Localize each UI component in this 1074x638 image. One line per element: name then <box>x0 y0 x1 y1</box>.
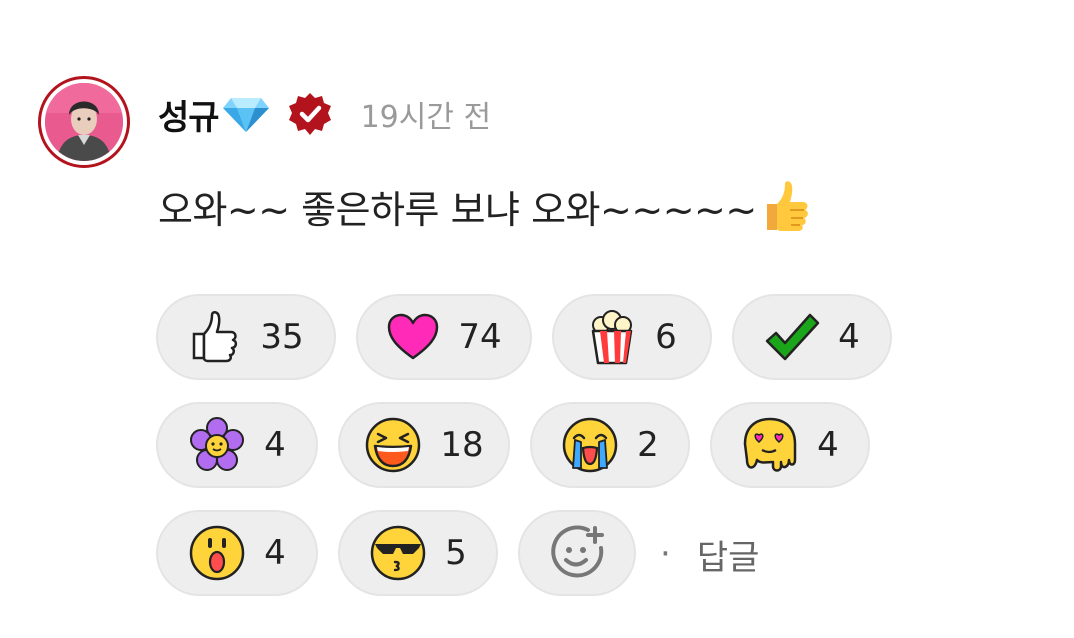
reaction-count: 4 <box>838 317 860 357</box>
reaction-crying[interactable]: 2 <box>530 402 690 488</box>
reaction-count: 4 <box>264 425 286 465</box>
reply-button[interactable]: 답글 <box>697 530 760 579</box>
reaction-count: 74 <box>458 317 502 357</box>
avatar-image <box>45 83 123 161</box>
reply-section: · 답글 <box>660 528 759 580</box>
reaction-check[interactable]: 4 <box>732 294 892 380</box>
check-icon <box>765 313 820 361</box>
comment-text: 오와~~ 좋은하루 보냐 오와~~~~~ <box>158 187 757 232</box>
add-reaction-icon <box>551 525 604 578</box>
melting-heart-eyes-icon <box>743 417 797 472</box>
sunglasses-kiss-icon <box>370 525 426 581</box>
verified-badge-icon <box>287 91 333 137</box>
reaction-heart[interactable]: 74 <box>356 294 532 380</box>
author-name[interactable]: 성규 <box>158 90 220 139</box>
reaction-count: 18 <box>440 425 484 465</box>
reaction-count: 2 <box>637 425 659 465</box>
reaction-count: 5 <box>445 533 467 573</box>
thumbs-up-emoji-icon <box>759 178 811 234</box>
comment-body: 오와~~ 좋은하루 보냐 오와~~~~~ <box>158 178 811 234</box>
heart-icon <box>388 313 439 360</box>
thumbs-up-icon <box>193 311 238 363</box>
surprised-face-icon <box>189 525 245 581</box>
reaction-surprised[interactable]: 4 <box>156 510 318 596</box>
reaction-count: 4 <box>817 425 839 465</box>
separator-dot: · <box>660 534 671 574</box>
gem-icon <box>221 94 271 134</box>
reaction-count: 35 <box>260 317 304 357</box>
reaction-count: 4 <box>264 533 286 573</box>
reaction-thumbs-up[interactable]: 35 <box>156 294 336 380</box>
reaction-flower[interactable]: 4 <box>156 402 318 488</box>
flower-icon <box>190 417 245 471</box>
reaction-popcorn[interactable]: 6 <box>552 294 712 380</box>
reaction-sunglasses-kiss[interactable]: 5 <box>338 510 498 596</box>
popcorn-icon <box>591 310 633 365</box>
avatar[interactable] <box>38 76 130 168</box>
comment-header: 성규 19시간 전 <box>158 88 491 140</box>
reaction-count: 6 <box>655 317 677 357</box>
reaction-laughing[interactable]: 18 <box>338 402 510 488</box>
reaction-melting-heart-eyes[interactable]: 4 <box>710 402 870 488</box>
comment-timestamp: 19시간 전 <box>360 100 492 135</box>
laughing-face-icon <box>366 417 421 473</box>
crying-face-icon <box>562 417 618 473</box>
add-reaction-button[interactable] <box>518 510 636 596</box>
